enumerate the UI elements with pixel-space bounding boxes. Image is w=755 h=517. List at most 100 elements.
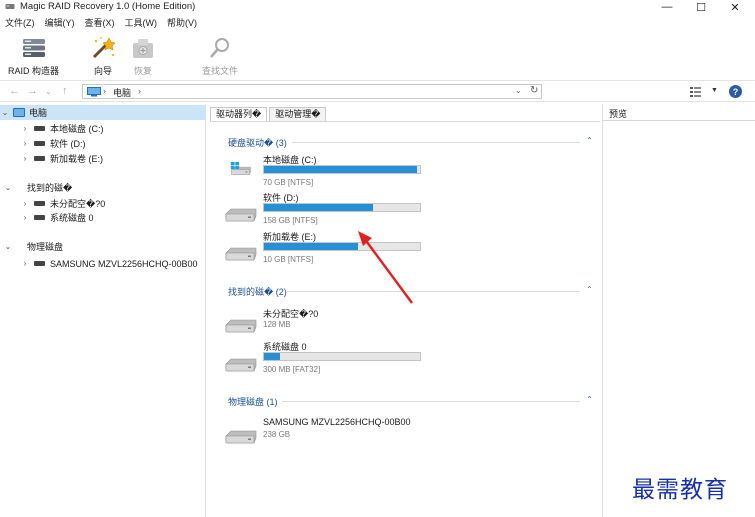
tab-drive-manager[interactable]: 驱动管理� bbox=[269, 107, 327, 121]
tree-item-label: 未分配空�?0 bbox=[50, 199, 106, 209]
tree-item-found-disks[interactable]: ⌄ 找到的磁� bbox=[3, 180, 73, 195]
expand-chevron-icon[interactable]: › bbox=[20, 154, 30, 163]
drive-icon bbox=[34, 261, 45, 266]
expand-chevron-icon[interactable]: › bbox=[20, 124, 30, 133]
windows-drive-icon bbox=[230, 162, 251, 175]
collapse-caret-icon[interactable]: ⌃ bbox=[586, 285, 593, 294]
folder-tree: ⌄ 电脑 › 本地磁盘 (C:) › 软件 (D:) › 新加载卷 (E:) ⌄… bbox=[0, 104, 206, 517]
group-divider bbox=[292, 142, 580, 143]
wizard-label: 向导 bbox=[93, 66, 112, 76]
drive-info: 300 MB [FAT32] bbox=[263, 365, 321, 374]
hard-drive-icon bbox=[225, 208, 257, 222]
app-icon bbox=[5, 4, 15, 9]
usage-bar-fill bbox=[264, 353, 280, 360]
menu-tools[interactable]: 工具(W) bbox=[125, 16, 158, 30]
tree-item-system-disk[interactable]: › 系统磁盘 0 bbox=[20, 210, 94, 225]
tree-item-label: 电脑 bbox=[29, 108, 48, 118]
collapse-caret-icon[interactable]: ⌃ bbox=[586, 395, 593, 404]
up-arrow-icon[interactable]: ↑ bbox=[62, 85, 68, 97]
forward-arrow-icon[interactable]: → bbox=[27, 85, 38, 97]
tab-drive-list[interactable]: 驱动器列� bbox=[210, 107, 268, 121]
tree-item-computer[interactable]: ⌄ 电脑 bbox=[0, 105, 206, 120]
menu-view[interactable]: 查看(X) bbox=[85, 16, 115, 30]
tree-item-drive-d[interactable]: › 软件 (D:) bbox=[20, 136, 86, 151]
tree-item-label: 新加载卷 (E:) bbox=[50, 154, 103, 164]
hard-drive-icon bbox=[225, 358, 257, 372]
minimize-button[interactable]: — bbox=[650, 0, 684, 14]
collapse-chevron-icon[interactable]: ⌄ bbox=[0, 108, 10, 117]
hard-drive-icon bbox=[225, 430, 257, 444]
view-options-icon[interactable] bbox=[690, 86, 704, 98]
menu-edit[interactable]: 编辑(Y) bbox=[45, 16, 75, 30]
usage-bar bbox=[263, 165, 421, 174]
drive-name: 未分配空�?0 bbox=[263, 309, 319, 319]
expand-chevron-icon[interactable]: › bbox=[20, 213, 30, 222]
tree-item-unallocated[interactable]: › 未分配空�?0 bbox=[20, 196, 106, 211]
collapse-chevron-icon[interactable]: ⌄ bbox=[3, 183, 13, 192]
view-tabs: 驱动器列� 驱动管理� bbox=[210, 107, 328, 121]
breadcrumb-separator: › bbox=[138, 86, 141, 96]
hard-drive-icon bbox=[225, 319, 257, 333]
drive-icon bbox=[34, 141, 45, 146]
drive-info: 158 GB [NTFS] bbox=[263, 216, 318, 225]
group-header-found-disks[interactable]: 找到的磁� (2) bbox=[228, 285, 287, 298]
tree-item-label: 本地磁盘 (C:) bbox=[50, 124, 104, 134]
help-icon[interactable]: ? bbox=[729, 85, 742, 98]
group-divider bbox=[287, 291, 580, 292]
navigation-bar: ← → ⌄ ↑ › 电脑 › ⌄ ↻ ▼ ? bbox=[0, 80, 755, 102]
preview-title: 预览 bbox=[609, 109, 628, 119]
tree-item-label: 系统磁盘 0 bbox=[50, 213, 94, 223]
usage-bar-fill bbox=[264, 166, 417, 173]
drive-icon bbox=[34, 156, 45, 161]
collapse-caret-icon[interactable]: ⌃ bbox=[586, 136, 593, 145]
tree-item-drive-c[interactable]: › 本地磁盘 (C:) bbox=[20, 121, 104, 136]
drive-icon bbox=[34, 126, 45, 131]
refresh-icon[interactable]: ↻ bbox=[530, 85, 538, 96]
address-dropdown-icon[interactable]: ⌄ bbox=[515, 86, 522, 95]
search-icon bbox=[207, 35, 233, 61]
window-title: Magic RAID Recovery 1.0 (Home Edition) bbox=[20, 1, 196, 12]
expand-chevron-icon[interactable]: › bbox=[20, 259, 30, 268]
back-arrow-icon[interactable]: ← bbox=[9, 85, 20, 97]
usage-bar bbox=[263, 203, 421, 212]
drive-icon bbox=[34, 201, 45, 206]
view-dropdown-icon[interactable]: ▼ bbox=[711, 87, 718, 94]
recent-chevron-icon[interactable]: ⌄ bbox=[45, 87, 52, 96]
tree-item-label: 物理磁盘 bbox=[27, 242, 64, 252]
menu-file[interactable]: 文件(Z) bbox=[5, 16, 35, 30]
tree-item-physical-disks[interactable]: ⌄ 物理磁盘 bbox=[3, 239, 63, 254]
tree-item-drive-e[interactable]: › 新加载卷 (E:) bbox=[20, 151, 103, 166]
breadcrumb-computer[interactable]: 电脑 bbox=[113, 86, 131, 99]
app-window: Magic RAID Recovery 1.0 (Home Edition) —… bbox=[0, 0, 755, 517]
drive-info: 70 GB [NTFS] bbox=[263, 178, 314, 187]
group-divider bbox=[282, 401, 580, 402]
wizard-button[interactable]: 向导 bbox=[90, 35, 116, 77]
find-files-label: 查找文件 bbox=[202, 66, 239, 76]
find-files-button[interactable]: 查找文件 bbox=[202, 35, 238, 77]
expand-chevron-icon[interactable]: › bbox=[20, 199, 30, 208]
hard-drive-icon bbox=[225, 247, 257, 261]
computer-icon bbox=[13, 108, 25, 117]
watermark-text: 最需教育 bbox=[632, 477, 728, 503]
computer-icon bbox=[87, 87, 101, 97]
breadcrumb-separator: › bbox=[103, 86, 106, 96]
expand-chevron-icon[interactable]: › bbox=[20, 139, 30, 148]
restore-button[interactable]: 恢复 bbox=[130, 35, 156, 77]
group-header-physical-disks[interactable]: 物理磁盘 (1) bbox=[228, 395, 278, 408]
menu-bar: 文件(Z) 编辑(Y) 查看(X) 工具(W) 帮助(V) bbox=[0, 16, 197, 30]
menu-help[interactable]: 帮助(V) bbox=[167, 16, 197, 30]
group-header-hard-drives[interactable]: 硬盘驱动� (3) bbox=[228, 136, 287, 149]
drive-name: SAMSUNG MZVL2256HCHQ-00B00 bbox=[263, 417, 411, 427]
maximize-button[interactable]: ☐ bbox=[684, 0, 718, 14]
raid-builder-button[interactable]: RAID 构造器 bbox=[8, 35, 59, 77]
wizard-icon bbox=[90, 35, 116, 61]
drive-info: 10 GB [NTFS] bbox=[263, 255, 314, 264]
address-bar[interactable]: › 电脑 › ⌄ ↻ bbox=[82, 84, 542, 99]
close-button[interactable]: ✕ bbox=[718, 0, 752, 14]
tree-item-samsung[interactable]: › SAMSUNG MZVL2256HCHQ-00B00 bbox=[20, 256, 198, 271]
tree-item-label: 找到的磁� bbox=[27, 183, 73, 193]
collapse-chevron-icon[interactable]: ⌄ bbox=[3, 242, 13, 251]
usage-bar-fill bbox=[264, 204, 374, 211]
tree-item-label: 软件 (D:) bbox=[50, 139, 86, 149]
restore-icon bbox=[130, 35, 156, 61]
